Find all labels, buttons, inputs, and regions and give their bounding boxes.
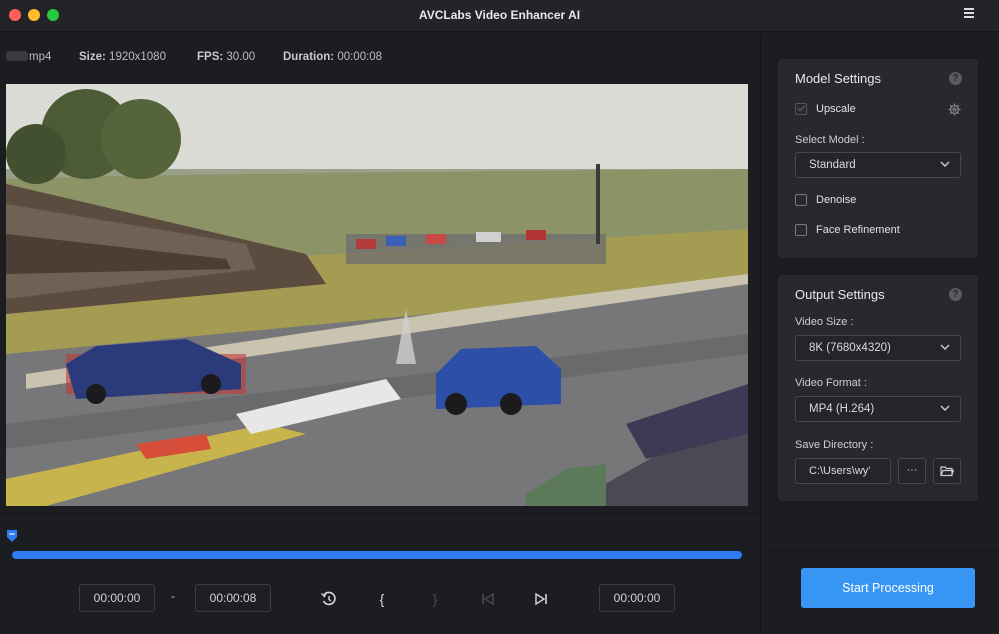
- upscale-settings-gear-icon[interactable]: [948, 103, 961, 116]
- face-refinement-checkbox[interactable]: [795, 224, 807, 236]
- timeline-progress-bar[interactable]: [12, 551, 742, 559]
- app-title: AVCLabs Video Enhancer AI: [418, 8, 581, 22]
- chevron-down-icon: [940, 161, 950, 167]
- video-preview[interactable]: [6, 84, 748, 506]
- save-directory-label: Save Directory :: [795, 439, 874, 451]
- output-settings-panel: Output Settings ? Video Size : 8K (7680x…: [778, 275, 978, 501]
- set-in-point-icon[interactable]: {: [371, 588, 393, 610]
- select-model-label: Select Model :: [795, 134, 865, 146]
- current-time-field[interactable]: 00:00:00: [599, 584, 675, 612]
- save-directory-input[interactable]: C:\Users\wy': [795, 458, 891, 484]
- upscale-label: Upscale: [816, 103, 856, 115]
- output-settings-help-icon[interactable]: ?: [949, 288, 962, 301]
- file-duration-info: Duration: 00:00:08: [283, 51, 383, 63]
- folder-icon: [940, 466, 955, 477]
- skip-to-start-icon[interactable]: [477, 588, 499, 610]
- blurred-filename: [6, 51, 28, 61]
- menu-icon[interactable]: [964, 8, 974, 19]
- chevron-down-icon: [940, 344, 950, 350]
- settings-pane: Model Settings ? Upscale Select Model : …: [761, 33, 999, 634]
- denoise-checkbox[interactable]: [795, 194, 807, 206]
- start-processing-button[interactable]: Start Processing: [801, 568, 975, 608]
- video-format-label: Video Format :: [795, 377, 867, 389]
- video-size-select[interactable]: 8K (7680x4320): [795, 335, 961, 361]
- replay-icon[interactable]: [318, 588, 340, 610]
- model-settings-panel: Model Settings ? Upscale Select Model : …: [778, 59, 978, 258]
- time-range-separator: -: [171, 589, 175, 603]
- file-fps-info: FPS: 30.00: [197, 51, 256, 63]
- model-select[interactable]: Standard: [795, 152, 961, 178]
- video-size-label: Video Size :: [795, 316, 854, 328]
- browse-directory-button[interactable]: ···: [898, 458, 926, 484]
- set-out-point-icon[interactable]: }: [424, 588, 446, 610]
- file-name: mp4: [6, 51, 51, 63]
- start-time-field[interactable]: 00:00:00: [79, 584, 155, 612]
- upscale-checkbox[interactable]: [795, 103, 807, 115]
- playhead-marker-icon[interactable]: [7, 530, 17, 542]
- face-refinement-label: Face Refinement: [816, 224, 900, 236]
- start-divider: [764, 550, 999, 551]
- denoise-label: Denoise: [816, 194, 857, 206]
- preview-pane: mp4 Size: 1920x1080 FPS: 30.00 Duration:…: [0, 33, 760, 634]
- video-format-select[interactable]: MP4 (H.264): [795, 396, 961, 422]
- output-settings-title: Output Settings: [795, 287, 885, 302]
- timeline-progress-fill: [12, 551, 742, 559]
- model-settings-help-icon[interactable]: ?: [949, 72, 962, 85]
- preview-divider: [0, 513, 760, 514]
- video-frame-image: [6, 84, 748, 506]
- chevron-down-icon: [940, 405, 950, 411]
- skip-to-end-icon[interactable]: [530, 588, 552, 610]
- file-size-info: Size: 1920x1080: [79, 51, 166, 63]
- end-time-field[interactable]: 00:00:08: [195, 584, 271, 612]
- title-bar: AVCLabs Video Enhancer AI: [0, 0, 999, 32]
- model-settings-title: Model Settings: [795, 71, 881, 86]
- open-folder-button[interactable]: [933, 458, 961, 484]
